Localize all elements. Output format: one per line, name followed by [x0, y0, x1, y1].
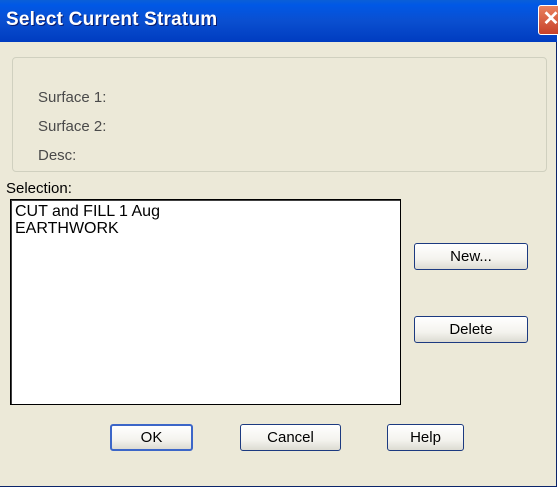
title-bar[interactable]: Select Current Stratum ✕: [0, 0, 558, 42]
surface1-label: Surface 1:: [38, 89, 107, 106]
delete-button[interactable]: Delete: [414, 316, 528, 343]
dialog-title: Select Current Stratum: [6, 9, 218, 30]
close-button[interactable]: ✕: [538, 5, 558, 35]
cancel-button[interactable]: Cancel: [240, 424, 341, 451]
list-item[interactable]: CUT and FILL 1 Aug: [15, 203, 400, 220]
help-button[interactable]: Help: [387, 424, 464, 451]
selection-label: Selection:: [6, 180, 72, 197]
list-item[interactable]: EARTHWORK: [15, 220, 400, 237]
close-icon: ✕: [542, 8, 558, 30]
select-current-stratum-dialog: Select Current Stratum ✕ Surface 1: Surf…: [0, 0, 558, 487]
stratum-info-group: Surface 1: Surface 2: Desc:: [12, 57, 547, 172]
ok-button[interactable]: OK: [110, 424, 193, 451]
desc-label: Desc:: [38, 147, 77, 164]
new-button[interactable]: New...: [414, 243, 528, 270]
stratum-listbox[interactable]: CUT and FILL 1 Aug EARTHWORK: [10, 199, 401, 405]
surface2-label: Surface 2:: [38, 118, 107, 135]
